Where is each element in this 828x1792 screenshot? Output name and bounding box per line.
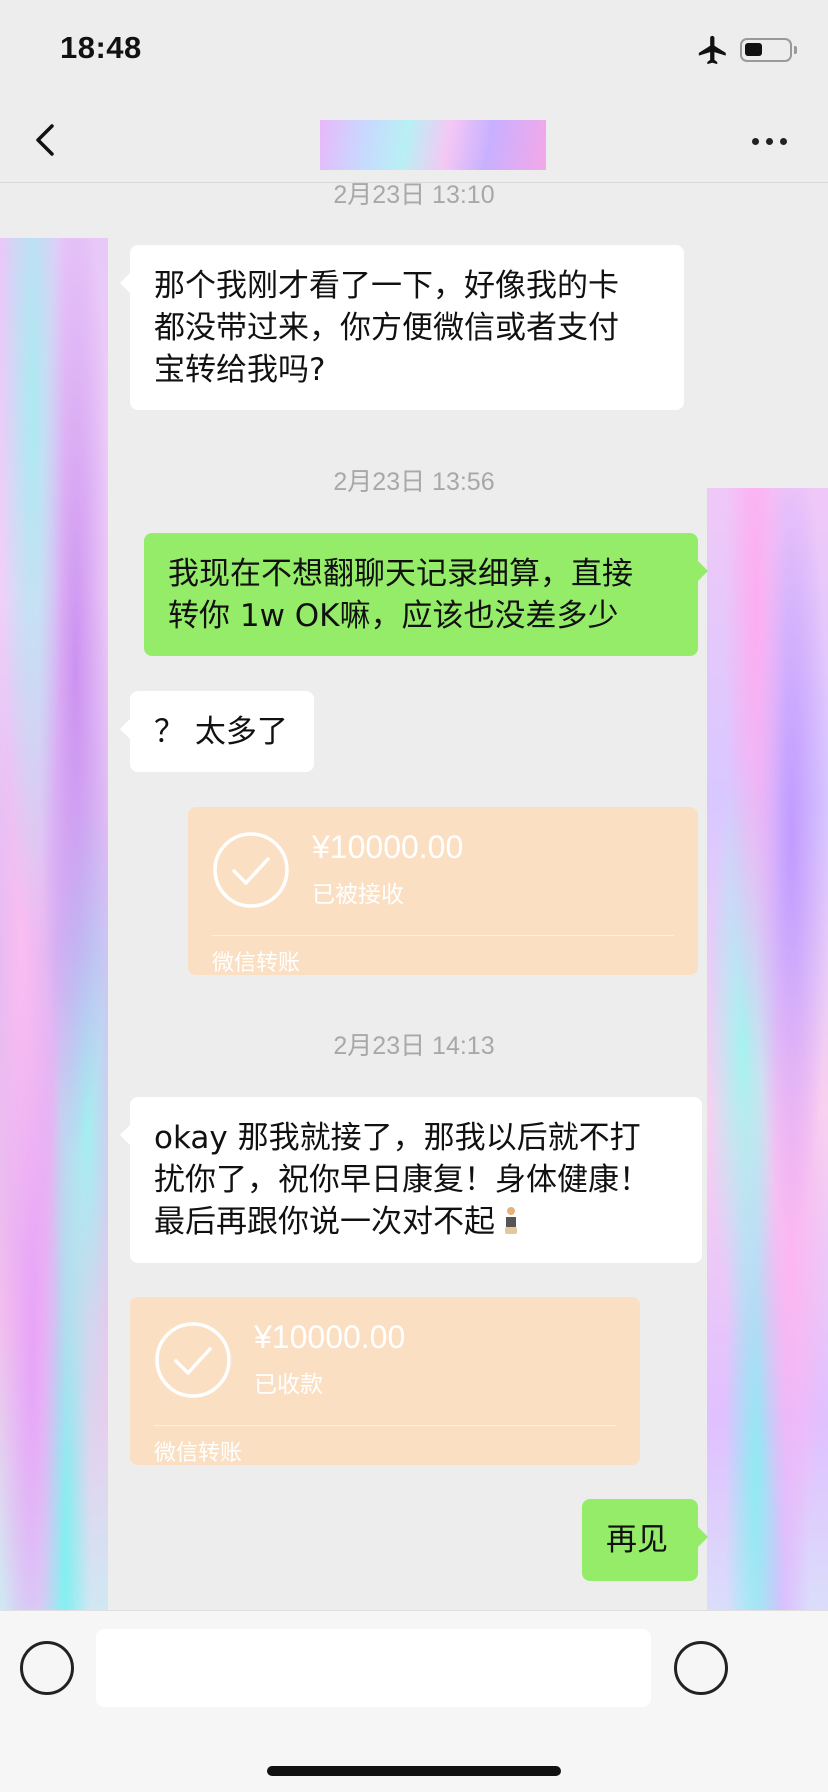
message-text: 我现在不想翻聊天记录细算，直接 转你 1w OK嘛，应该也没差多少 xyxy=(168,556,633,634)
divider xyxy=(154,1425,616,1426)
status-time: 18:48 xyxy=(60,30,142,65)
transfer-status: 已收款 xyxy=(254,1372,323,1398)
own-avatar[interactable] xyxy=(707,488,828,1730)
timestamp: 2月23日 13:10 xyxy=(333,181,495,209)
timestamp: 2月23日 13:56 xyxy=(333,468,495,496)
message-text: 那个我刚才看了一下，好像我的卡 都没带过来，你方便微信或者支付 宝转给我吗? xyxy=(154,268,619,388)
chat-title-redacted xyxy=(320,120,546,170)
contact-avatar[interactable] xyxy=(0,238,108,1670)
message-bubble-incoming[interactable]: ？ 太多了 xyxy=(120,691,314,772)
person-standing-emoji xyxy=(505,1207,517,1234)
message-bubble-incoming[interactable]: 那个我刚才看了一下，好像我的卡 都没带过来，你方便微信或者支付 宝转给我吗? xyxy=(120,245,684,410)
message-text: 再见 xyxy=(606,1522,668,1558)
chevron-left-icon[interactable] xyxy=(26,116,66,164)
timestamp: 2月23日 14:13 xyxy=(333,1032,495,1060)
message-bubble-outgoing[interactable]: 我现在不想翻聊天记录细算，直接 转你 1w OK嘛，应该也没差多少 xyxy=(144,533,708,656)
check-circle-icon xyxy=(155,1322,231,1398)
voice-icon[interactable] xyxy=(20,1641,74,1695)
transfer-amount: ¥10000.00 xyxy=(254,1319,406,1355)
emoji-icon[interactable] xyxy=(674,1641,728,1695)
message-bubble-incoming[interactable]: okay 那我就接了，那我以后就不打 扰你了，祝你早日康复！身体健康！ 最后再跟… xyxy=(120,1097,702,1263)
check-circle-icon xyxy=(213,832,289,908)
transfer-card-received[interactable]: ¥10000.00 已收款 微信转账 xyxy=(130,1297,640,1466)
battery-icon xyxy=(740,38,797,62)
airplane-icon xyxy=(698,35,726,65)
transfer-status: 已被接收 xyxy=(312,882,404,908)
message-text: ？ 太多了 xyxy=(154,714,288,750)
home-indicator xyxy=(267,1766,561,1776)
ellipsis-icon[interactable] xyxy=(748,126,792,156)
message-bubble-outgoing[interactable]: 再见 xyxy=(582,1499,708,1581)
message-text: okay 那我就接了，那我以后就不打 扰你了，祝你早日康复！身体健康！ 最后再跟… xyxy=(154,1117,678,1243)
transfer-card-sent[interactable]: ¥10000.00 已被接收 微信转账 xyxy=(188,807,698,976)
status-bar: 18:48 xyxy=(0,0,828,100)
divider xyxy=(212,935,674,936)
transfer-amount: ¥10000.00 xyxy=(312,829,464,865)
chat-header xyxy=(0,100,828,183)
transfer-label: 微信转账 xyxy=(154,1441,243,1466)
transfer-label: 微信转账 xyxy=(212,951,301,976)
message-input[interactable] xyxy=(96,1629,651,1707)
input-bar xyxy=(0,1610,828,1792)
message-text-content: okay 那我就接了，那我以后就不打 扰你了，祝你早日康复！身体健康！ 最后再跟… xyxy=(154,1120,650,1240)
battery-level xyxy=(745,43,762,56)
